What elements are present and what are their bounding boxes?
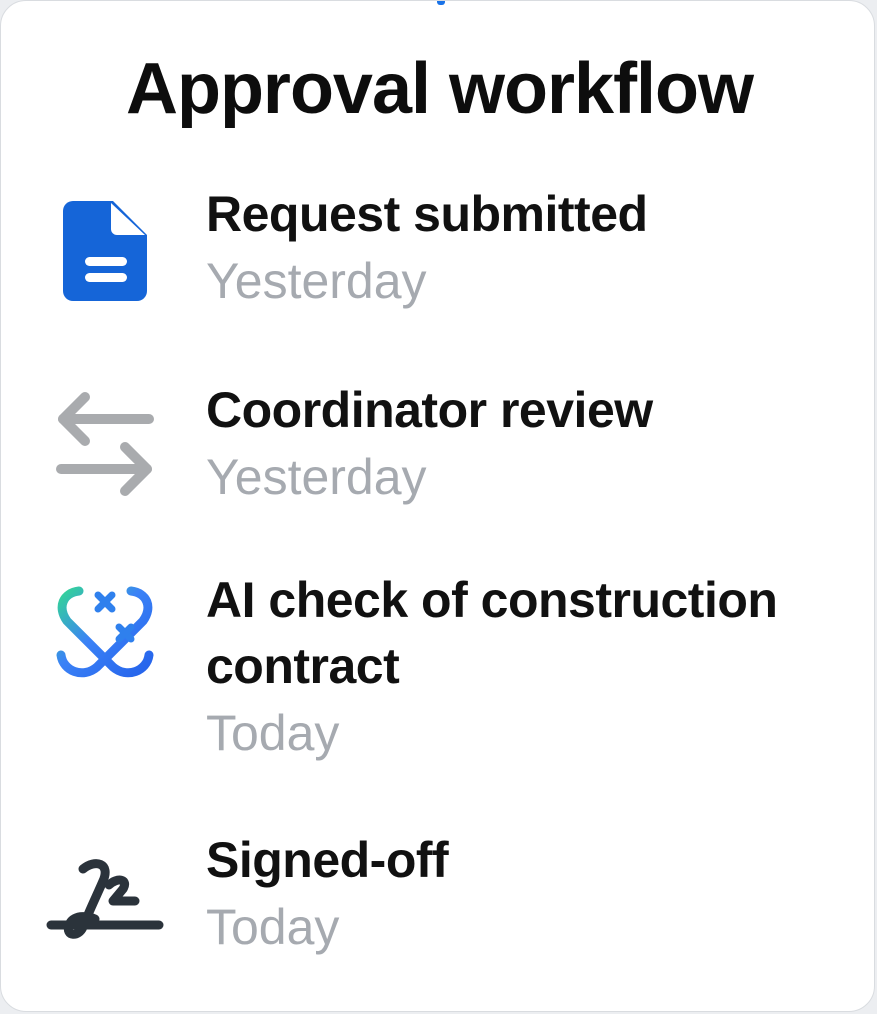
step-time: Yesterday [206, 449, 427, 505]
step-label: Coordinator review [206, 382, 653, 438]
ai-sparkle-icon [43, 567, 167, 691]
document-icon [43, 189, 167, 313]
signature-icon [43, 841, 167, 965]
top-accent-marker [437, 1, 445, 5]
step-time: Today [206, 705, 340, 761]
step-label: Request submitted [206, 186, 648, 242]
step-label: Signed-off [206, 832, 449, 888]
page-title: Approval workflow [125, 49, 754, 129]
step-time: Yesterday [206, 253, 427, 309]
step-time: Today [206, 899, 340, 955]
step-label: AI check of construction contract [206, 572, 778, 694]
approval-workflow-card: Approval workflow Request submitted Yest… [0, 0, 875, 1012]
swap-arrows-icon [43, 377, 167, 501]
